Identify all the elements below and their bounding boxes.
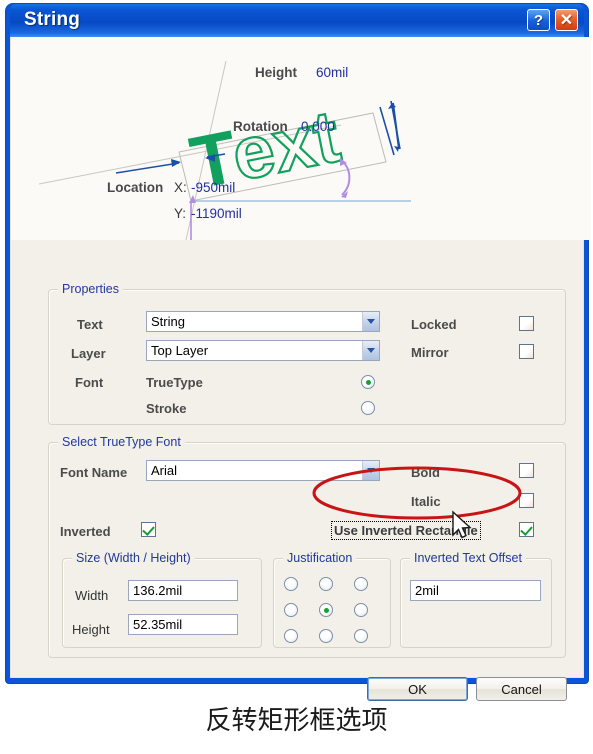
height-input[interactable]: 52.35mil [128,614,238,635]
inverted-label: Inverted [60,524,111,539]
justification-bottom-center[interactable] [319,629,333,643]
select-truetype-font-legend: Select TrueType Font [58,435,185,449]
font-name-combobox-value: Arial [151,463,178,478]
use-inverted-rectangle-label[interactable]: Use Inverted Rectangle [331,521,481,540]
justification-middle-right[interactable] [354,603,368,617]
screenshot-root: String ? ✕ T ext Height 60mil Rotation 0… [0,0,593,754]
inverted-text-offset-input[interactable]: 2mil [410,580,541,601]
text-combobox-value: String [151,314,185,329]
justification-top-center[interactable] [319,577,333,591]
italic-label: Italic [411,494,441,509]
layer-label: Layer [71,346,106,361]
mirror-checkbox[interactable] [519,344,534,359]
italic-checkbox[interactable] [519,493,534,508]
truetype-label: TrueType [146,375,203,390]
stroke-label: Stroke [146,401,187,416]
use-inverted-rectangle-checkbox[interactable] [519,522,534,537]
title-bar[interactable]: String ? ✕ [10,4,584,37]
text-label: Text [77,317,103,332]
mirror-label: Mirror [411,345,449,360]
preview-height-value: 60mil [316,65,348,80]
layer-combobox[interactable]: Top Layer [146,340,380,361]
inverted-text-offset-group: Inverted Text Offset [400,551,552,648]
preview-height-label: Height [255,65,298,80]
ok-button[interactable]: OK [367,677,468,701]
preview-rotation-label: Rotation [233,119,288,134]
justification-bottom-right[interactable] [354,629,368,643]
bold-checkbox[interactable] [519,463,534,478]
locked-checkbox[interactable] [519,316,534,331]
chevron-down-icon[interactable] [362,461,379,480]
close-icon[interactable]: ✕ [555,9,578,31]
font-label: Font [75,375,104,390]
inverted-checkbox[interactable] [141,522,156,537]
justification-top-left[interactable] [284,577,298,591]
preview-location-x-value: -950mil [191,180,235,195]
properties-legend: Properties [58,282,123,296]
locked-label: Locked [411,317,457,332]
width-label: Width [75,588,109,603]
radio-font-truetype[interactable] [361,375,375,389]
inverted-text-offset-legend: Inverted Text Offset [410,551,526,565]
preview-location-y-value: -1190mil [191,206,242,221]
justification-top-right[interactable] [354,577,368,591]
figure-caption: 反转矩形框选项 [205,706,388,736]
radio-font-stroke[interactable] [361,401,375,415]
preview-location-y-label: Y: [174,206,186,221]
dialog-client-area: T ext Height 60mil Rotation 0.000 Locati… [10,37,591,701]
justification-middle-left[interactable] [284,603,298,617]
height-label: Height [72,622,110,637]
bold-label: Bold [411,465,440,480]
preview-sample-glyph-ext: ext [225,94,346,196]
justification-legend: Justification [283,551,357,565]
preview-graphic: T ext Height 60mil Rotation 0.000 Locati… [38,60,411,240]
layer-combobox-value: Top Layer [151,343,209,358]
preview-rotation-value: 0.000 [301,119,335,134]
chevron-down-icon[interactable] [362,341,379,360]
cancel-button[interactable]: Cancel [476,677,567,701]
size-legend: Size (Width / Height) [72,551,195,565]
string-dialog: String ? ✕ T ext Height 60mil Rotation 0… [6,4,591,701]
justification-middle-center[interactable] [319,603,333,617]
justification-bottom-left[interactable] [284,629,298,643]
font-name-label: Font Name [60,465,128,480]
text-preview-pane: T ext Height 60mil Rotation 0.000 Locati… [11,37,591,240]
chevron-down-icon[interactable] [362,312,379,331]
preview-location-label: Location [107,180,163,195]
text-combobox[interactable]: String [146,311,380,332]
help-icon[interactable]: ? [527,9,550,31]
window-title: String [24,9,81,30]
preview-location-x-label: X: [174,180,187,195]
width-input[interactable]: 136.2mil [128,580,238,601]
font-name-combobox[interactable]: Arial [146,460,380,481]
